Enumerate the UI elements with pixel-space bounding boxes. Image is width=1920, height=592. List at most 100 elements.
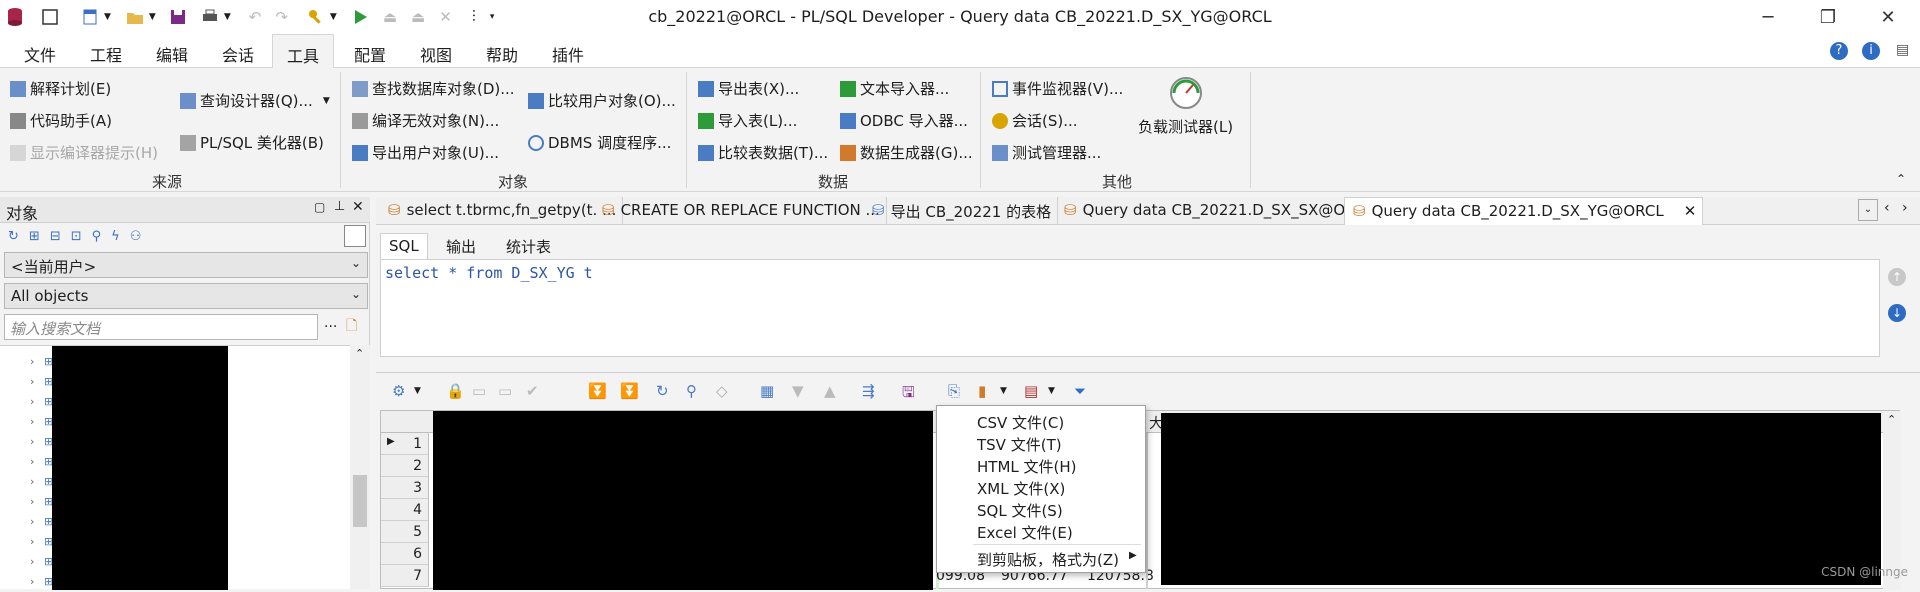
close-button[interactable]: ✕ (1860, 0, 1916, 34)
table-row[interactable]: 7 (381, 565, 429, 587)
refresh-icon[interactable]: ↻ (656, 382, 669, 400)
explain-plan-button[interactable]: 解释计划(E) (10, 78, 111, 99)
menu-item-xml[interactable]: XML 文件(X) (977, 478, 1065, 499)
menu-view[interactable]: 视图 (420, 42, 452, 66)
tab-statistics[interactable]: 统计表 (498, 233, 559, 259)
scroll-up-icon[interactable]: ⌃ (1887, 413, 1896, 426)
compare-table-data-button[interactable]: 比较表数据(T)... (698, 142, 828, 163)
menu-config[interactable]: 配置 (354, 42, 386, 66)
search-input[interactable]: 输入搜索文档 (4, 314, 318, 340)
code-assistant-button[interactable]: 代码助手(A) (10, 110, 112, 131)
sort-up-icon[interactable]: ▲ (824, 382, 836, 400)
close-icon[interactable]: ✕ (352, 199, 364, 215)
search-options-button[interactable]: ... (324, 315, 337, 331)
tab-query-d-sx-sx[interactable]: ⛁ Query data CB_20221.D_SX_SX@ORCL (1056, 197, 1381, 225)
restore-button[interactable]: ❐ (1800, 0, 1856, 34)
tab-create-function[interactable]: ⛁ CREATE OR REPLACE FUNCTION ... (594, 197, 887, 225)
collapse-icon[interactable]: ⊟ (50, 229, 61, 244)
lock-icon[interactable]: 🔒 (446, 382, 465, 400)
diagram-icon[interactable]: ⚇ (130, 229, 142, 244)
sessions-button[interactable]: 会话(S)... (992, 110, 1078, 131)
dbms-scheduler-button[interactable]: DBMS 调度程序... (528, 132, 671, 153)
menu-item-tsv[interactable]: TSV 文件(T) (977, 434, 1062, 455)
fetch-next-icon[interactable]: ⏬ (588, 382, 607, 400)
refresh-icon[interactable]: ↻ (8, 229, 19, 244)
tab-scroll-left-icon[interactable]: ‹ (1884, 200, 1890, 216)
menu-plugins[interactable]: 插件 (552, 42, 584, 66)
odbc-importer-button[interactable]: ODBC 导入器... (840, 110, 968, 131)
query-designer-button[interactable]: 查询设计器(Q)... ▼ (180, 90, 330, 111)
export-user-objects-button[interactable]: 导出用户对象(U)... (352, 142, 499, 163)
table-row[interactable]: 5 (381, 521, 429, 543)
compiler-hints-button[interactable]: 显示编译器提示(H) (10, 142, 158, 163)
table-row[interactable]: 4 (381, 499, 429, 521)
panel-float-icon[interactable]: ▢ (314, 200, 325, 214)
lightning-icon[interactable]: ϟ (111, 229, 120, 244)
expand-icon[interactable]: ⊞ (29, 229, 40, 244)
tab-select-query[interactable]: ⛁ select t.tbrmc,fn_getpy(t. ... (380, 197, 624, 225)
tab-export-tables[interactable]: ⛁ 导出 CB_20221 的表格 (864, 197, 1059, 225)
minimize-button[interactable]: ─ (1740, 0, 1796, 34)
menu-item-html[interactable]: HTML 文件(H) (977, 456, 1077, 477)
collapse-ribbon-icon[interactable]: ⌃ (1896, 172, 1906, 186)
query-by-example-icon[interactable]: ⇶ (862, 382, 875, 400)
chevron-down-icon[interactable]: ▼ (1048, 386, 1055, 396)
load-tester-button[interactable]: 负载测试器(L) (1138, 76, 1233, 137)
tree-scrollbar[interactable]: ⌃ (350, 345, 370, 589)
save-results-icon[interactable]: 🖫 (902, 382, 915, 407)
table-row[interactable]: ▶ 1 (381, 433, 429, 455)
tab-output[interactable]: 输出 (438, 233, 484, 259)
close-icon[interactable]: ✕ (1684, 202, 1697, 225)
table-row[interactable]: 3 (381, 477, 429, 499)
sql-editor[interactable]: select * from D_SX_YG t (380, 259, 1880, 357)
tab-query-d-sx-yg[interactable]: ⛁ Query data CB_20221.D_SX_YG@ORCL ✕ (1344, 197, 1704, 225)
object-tree[interactable]: › › › › › › › › › › › › ⊞ ⊞ ⊞ ⊞ ⊞ ⊞ ⊞ ⊞ ⊞ ⊞ ⊞ ⊞ (0, 345, 350, 590)
layout-icon[interactable]: ▤ (1896, 42, 1909, 58)
menu-project[interactable]: 工程 (90, 42, 122, 66)
grid-options-icon[interactable]: ⚙ (392, 382, 405, 400)
nav-down-icon[interactable]: ↓ (1888, 304, 1906, 322)
new-document-icon[interactable]: 🗋 (346, 315, 357, 339)
nav-up-icon[interactable]: ↑ (1888, 268, 1906, 286)
scroll-thumb[interactable] (353, 475, 367, 527)
object-type-select[interactable]: All objects ⌄ (4, 283, 368, 309)
chart-icon[interactable]: ▮ (978, 382, 986, 400)
filter-funnel-icon[interactable]: ⏷ (1074, 382, 1086, 400)
user-select[interactable]: <当前用户> ⌄ (4, 252, 368, 278)
tab-scroll-right-icon[interactable]: › (1902, 200, 1908, 216)
info-icon[interactable]: i (1862, 42, 1880, 60)
insert-record-icon[interactable]: ▭ (472, 382, 486, 400)
menu-item-sql[interactable]: SQL 文件(S) (977, 500, 1063, 521)
tab-sql[interactable]: SQL (380, 233, 428, 259)
post-changes-icon[interactable]: ✔ (526, 382, 539, 400)
help-icon[interactable]: ? (1830, 42, 1848, 60)
plsql-beautifier-button[interactable]: PL/SQL 美化器(B) (180, 132, 324, 153)
export-results-icon[interactable]: ⎘ (948, 382, 960, 400)
single-record-view-icon[interactable]: ▦ (760, 382, 774, 400)
menu-item-clipboard[interactable]: 到剪贴板，格式为(Z) (977, 549, 1119, 570)
menu-edit[interactable]: 编辑 (156, 42, 188, 66)
menu-item-excel[interactable]: Excel 文件(E) (977, 522, 1073, 543)
binoculars-icon[interactable]: ⚲ (92, 229, 102, 244)
text-importer-button[interactable]: 文本导入器... (840, 78, 949, 99)
filter-icon[interactable]: ⊡ (71, 229, 82, 244)
find-db-objects-button[interactable]: 查找数据库对象(D)... (352, 78, 515, 99)
export-grid-icon[interactable]: ▤ (1024, 382, 1038, 400)
menu-tools[interactable]: 工具 (272, 34, 335, 69)
chevron-down-icon[interactable]: ▼ (1000, 386, 1007, 396)
export-tables-button[interactable]: 导出表(X)... (698, 78, 799, 99)
panel-option-box[interactable] (344, 225, 366, 247)
import-tables-button[interactable]: 导入表(L)... (698, 110, 797, 131)
grid-scrollbar[interactable]: ⌃ (1883, 411, 1901, 590)
chevron-down-icon[interactable]: ▼ (414, 386, 421, 396)
menu-file[interactable]: 文件 (24, 42, 56, 66)
menu-help[interactable]: 帮助 (486, 42, 518, 66)
pin-icon[interactable]: ⊥ (334, 199, 345, 214)
scroll-up-icon[interactable]: ⌃ (355, 347, 364, 360)
table-row[interactable]: 2 (381, 455, 429, 477)
data-generator-button[interactable]: 数据生成器(G)... (840, 142, 973, 163)
compare-user-objects-button[interactable]: 比较用户对象(O)... (528, 90, 676, 111)
find-icon[interactable]: ⚲ (686, 382, 697, 400)
tab-list-dropdown[interactable]: ⌄ (1858, 199, 1878, 221)
menu-item-csv[interactable]: CSV 文件(C) (977, 412, 1064, 433)
